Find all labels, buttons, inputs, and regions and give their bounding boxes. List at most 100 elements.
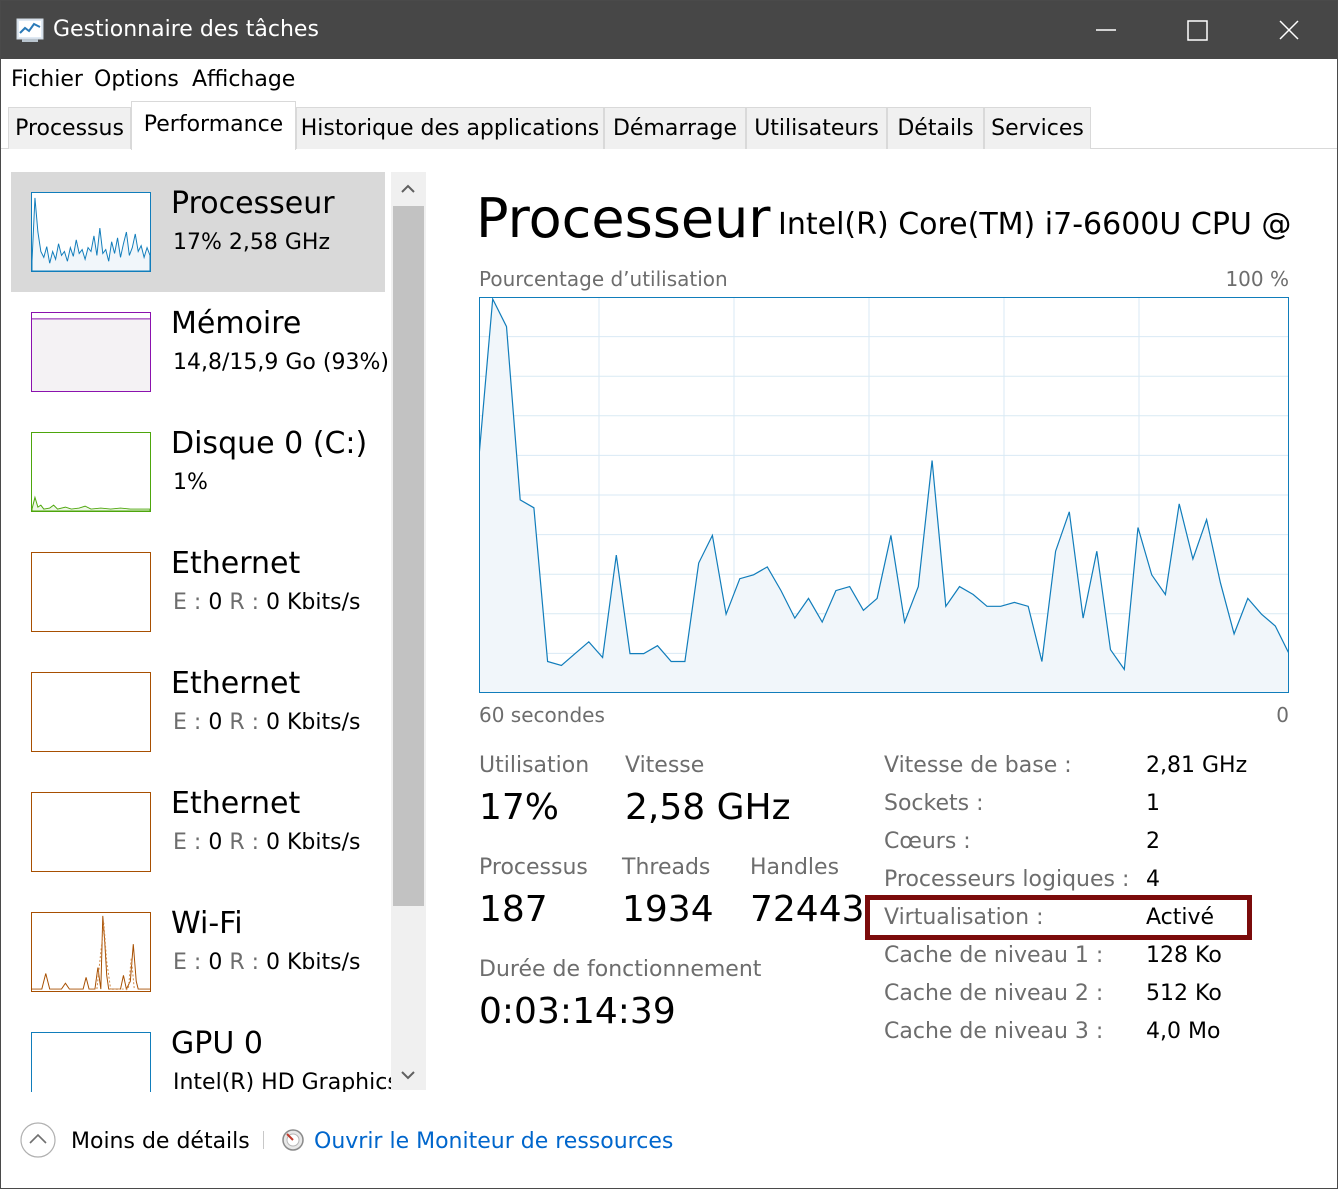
tab-utilisateurs[interactable]: Utilisateurs bbox=[746, 107, 887, 149]
minimize-button[interactable] bbox=[1060, 1, 1152, 59]
sidebar-item-subtitle: 14,8/15,9 Go (93%) bbox=[173, 350, 389, 375]
send-label: E : bbox=[173, 590, 202, 615]
footer-bar: Moins de détails Ouvrir le Moniteur de r… bbox=[1, 1111, 1337, 1188]
sidebar-item-name: Mémoire bbox=[171, 306, 302, 341]
info-value-l3-cache: 4,0 Mo bbox=[1146, 1019, 1221, 1044]
fewer-details-button[interactable]: Moins de détails bbox=[71, 1129, 250, 1154]
handles-label: Handles bbox=[750, 855, 840, 880]
info-label-l3-cache: Cache de niveau 3 : bbox=[884, 1019, 1104, 1044]
info-label-l2-cache: Cache de niveau 2 : bbox=[884, 981, 1104, 1006]
memory-thumbnail-graph bbox=[31, 312, 151, 392]
disk-thumbnail-graph bbox=[31, 432, 151, 512]
sidebar-item-name: Disque 0 (C:) bbox=[171, 426, 368, 461]
receive-label: R : bbox=[229, 830, 260, 855]
sidebar-item-disque[interactable]: Disque 0 (C:) 1% bbox=[11, 412, 385, 532]
ethernet-thumbnail-graph bbox=[31, 792, 151, 872]
sidebar-item-subtitle: E : 0 R : 0 Kbits/s bbox=[173, 950, 360, 975]
info-label-base-speed: Vitesse de base : bbox=[884, 753, 1072, 778]
scroll-down-arrow-icon[interactable] bbox=[398, 1066, 418, 1084]
sidebar-item-subtitle: 17% 2,58 GHz bbox=[173, 230, 331, 255]
graph-time-zero-label: 0 bbox=[1276, 703, 1289, 727]
chevron-up-circle-icon[interactable] bbox=[19, 1121, 57, 1159]
send-value: 0 bbox=[208, 830, 223, 855]
info-value-base-speed: 2,81 GHz bbox=[1146, 753, 1248, 778]
scroll-up-arrow-icon[interactable] bbox=[398, 180, 418, 198]
ethernet-thumbnail-graph bbox=[31, 552, 151, 632]
resource-monitor-icon[interactable] bbox=[281, 1128, 305, 1152]
tab-bar: Processus Performance Historique des app… bbox=[1, 99, 1337, 150]
sidebar-item-subtitle: E : 0 R : 0 Kbits/s bbox=[173, 830, 360, 855]
sidebar-item-subtitle: E : 0 R : 0 Kbits/s bbox=[173, 590, 360, 615]
handles-value: 72443 bbox=[750, 889, 865, 930]
window-title: Gestionnaire des tâches bbox=[53, 17, 319, 42]
receive-label: R : bbox=[229, 710, 260, 735]
menu-bar: Fichier Options Affichage bbox=[1, 59, 1337, 99]
menu-options[interactable]: Options bbox=[94, 67, 179, 92]
uptime-label: Durée de fonctionnement bbox=[479, 957, 762, 982]
send-label: E : bbox=[173, 830, 202, 855]
info-label-l1-cache: Cache de niveau 1 : bbox=[884, 943, 1104, 968]
utilisation-label: Utilisation bbox=[479, 753, 590, 778]
graph-max-label: 100 % bbox=[1225, 267, 1289, 291]
receive-value: 0 Kbits/s bbox=[266, 710, 361, 735]
tab-performance[interactable]: Performance bbox=[131, 101, 296, 150]
sidebar-item-processeur[interactable]: Processeur 17% 2,58 GHz bbox=[11, 172, 385, 292]
info-value-cores: 2 bbox=[1146, 829, 1160, 854]
sidebar-item-memoire[interactable]: Mémoire 14,8/15,9 Go (93%) bbox=[11, 292, 389, 412]
sidebar-item-wifi[interactable]: Wi-Fi E : 0 R : 0 Kbits/s bbox=[11, 892, 385, 1012]
sidebar-item-name: Ethernet bbox=[171, 546, 301, 581]
menu-affichage[interactable]: Affichage bbox=[192, 67, 295, 92]
send-value: 0 bbox=[208, 590, 223, 615]
sidebar-item-subtitle: E : 0 R : 0 Kbits/s bbox=[173, 710, 360, 735]
task-manager-app-icon bbox=[16, 18, 44, 42]
title-bar[interactable]: Gestionnaire des tâches bbox=[1, 1, 1337, 59]
tab-processus[interactable]: Processus bbox=[8, 107, 131, 149]
send-value: 0 bbox=[208, 950, 223, 975]
sidebar-item-ethernet-1[interactable]: Ethernet E : 0 R : 0 Kbits/s bbox=[11, 532, 385, 652]
tab-demarrage[interactable]: Démarrage bbox=[604, 107, 746, 149]
resource-sidebar: Processeur 17% 2,58 GHz Mémoire 14,8/15,… bbox=[1, 150, 426, 1092]
vitesse-value: 2,58 GHz bbox=[625, 787, 791, 828]
footer-separator bbox=[263, 1131, 264, 1149]
receive-label: R : bbox=[229, 950, 260, 975]
maximize-button[interactable] bbox=[1152, 1, 1244, 59]
vitesse-label: Vitesse bbox=[625, 753, 705, 778]
sidebar-scrollbar-thumb[interactable] bbox=[393, 206, 424, 906]
tab-details[interactable]: Détails bbox=[887, 107, 984, 149]
tab-services[interactable]: Services bbox=[984, 107, 1091, 149]
close-button[interactable] bbox=[1244, 1, 1336, 59]
processus-label: Processus bbox=[479, 855, 588, 880]
info-value-logical-processors: 4 bbox=[1146, 867, 1160, 892]
receive-label: R : bbox=[229, 590, 260, 615]
threads-label: Threads bbox=[622, 855, 711, 880]
sidebar-item-ethernet-2[interactable]: Ethernet E : 0 R : 0 Kbits/s bbox=[11, 652, 385, 772]
cpu-thumbnail-graph bbox=[31, 192, 151, 272]
sidebar-item-name: Ethernet bbox=[171, 666, 301, 701]
resource-title: Processeur bbox=[476, 187, 771, 250]
info-label-logical-processors: Processeurs logiques : bbox=[884, 867, 1130, 892]
graph-label: Pourcentage d’utilisation bbox=[479, 267, 728, 291]
receive-value: 0 Kbits/s bbox=[266, 830, 361, 855]
info-label-sockets: Sockets : bbox=[884, 791, 984, 816]
open-resource-monitor-link[interactable]: Ouvrir le Moniteur de ressources bbox=[314, 1129, 673, 1154]
utilisation-value: 17% bbox=[479, 787, 560, 828]
sidebar-item-gpu[interactable]: GPU 0 Intel(R) HD Graphics bbox=[11, 1012, 399, 1092]
task-manager-window: Gestionnaire des tâches Fichier Options … bbox=[0, 0, 1338, 1189]
info-value-sockets: 1 bbox=[1146, 791, 1160, 816]
sidebar-item-subtitle: Intel(R) HD Graphics bbox=[173, 1070, 399, 1092]
cpu-usage-graph bbox=[479, 297, 1289, 693]
send-label: E : bbox=[173, 950, 202, 975]
cpu-model-name: Intel(R) Core(TM) i7-6600U CPU @... bbox=[778, 207, 1293, 242]
tab-historique-applications[interactable]: Historique des applications bbox=[296, 107, 604, 149]
menu-fichier[interactable]: Fichier bbox=[11, 67, 83, 92]
sidebar-item-ethernet-3[interactable]: Ethernet E : 0 R : 0 Kbits/s bbox=[11, 772, 385, 892]
wifi-thumbnail-graph bbox=[31, 912, 151, 992]
receive-value: 0 Kbits/s bbox=[266, 950, 361, 975]
sidebar-item-name: Processeur bbox=[171, 186, 335, 221]
send-value: 0 bbox=[208, 710, 223, 735]
ethernet-thumbnail-graph bbox=[31, 672, 151, 752]
info-value-l2-cache: 512 Ko bbox=[1146, 981, 1222, 1006]
sidebar-item-name: Wi-Fi bbox=[171, 906, 243, 941]
virtualisation-highlight-box bbox=[865, 895, 1252, 940]
sidebar-item-name: GPU 0 bbox=[171, 1026, 263, 1061]
